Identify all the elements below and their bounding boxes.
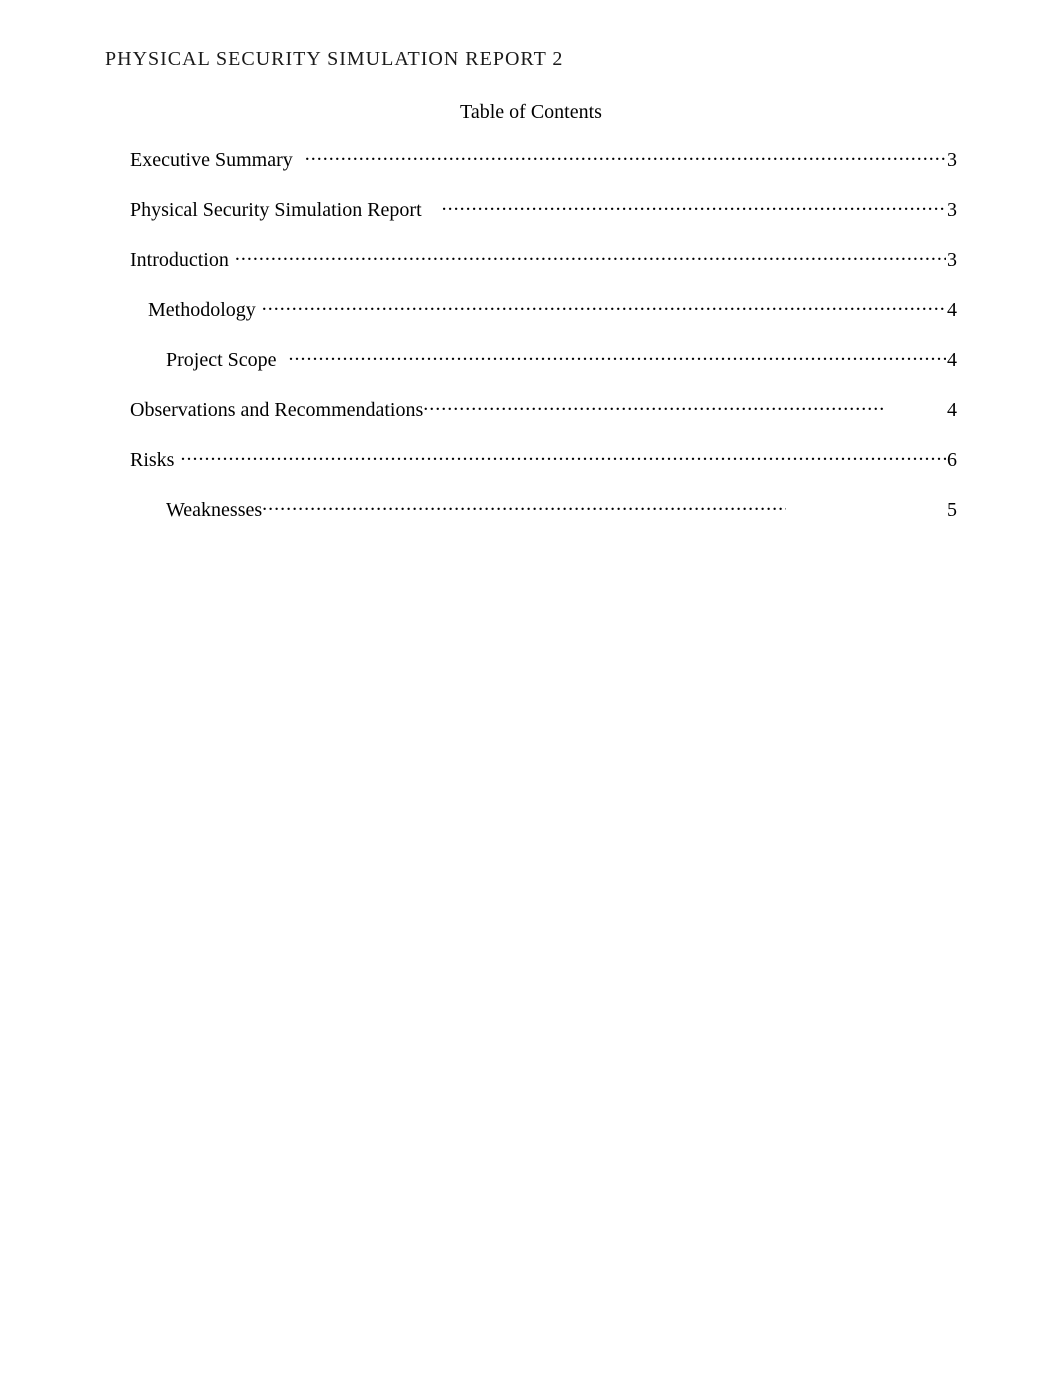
toc-entry: Weaknesses 5 <box>130 496 957 522</box>
toc-entry-page: 3 <box>946 149 957 172</box>
toc-entry-page: 3 <box>946 249 957 272</box>
document-page: PHYSICAL SECURITY SIMULATION REPORT 2 Ta… <box>0 0 1062 522</box>
toc-entry: Executive Summary 3 <box>130 146 957 172</box>
toc-leader-dots <box>235 246 946 266</box>
toc-entry-label: Executive Summary <box>130 149 293 172</box>
toc-entry: Observations and Recommendations 4 <box>130 396 957 422</box>
toc-leader-dots <box>305 146 946 166</box>
toc-entry-page: 4 <box>946 349 957 372</box>
toc-entry-page: 3 <box>946 199 957 222</box>
toc-entry-page: 6 <box>946 449 957 472</box>
toc-entry-page: 4 <box>946 399 957 422</box>
toc-entry: Methodology 4 <box>130 296 957 322</box>
toc-entry-label: Introduction <box>130 249 229 272</box>
toc-leader-dots <box>262 496 786 516</box>
toc-entry-page: 4 <box>946 299 957 322</box>
toc-entry-label: Weaknesses <box>166 499 262 522</box>
toc-leader-dots <box>423 396 886 416</box>
toc-entry-label: Observations and Recommendations <box>130 399 423 422</box>
toc-entry-label: Physical Security Simulation Report <box>130 199 422 222</box>
toc-entry: Project Scope 4 <box>130 346 957 372</box>
toc-entry: Risks 6 <box>130 446 957 472</box>
toc-entry: Physical Security Simulation Report 3 <box>130 196 957 222</box>
toc-list: Executive Summary 3 Physical Security Si… <box>105 146 957 522</box>
toc-leader-dots <box>180 446 946 466</box>
toc-leader-dots <box>442 196 946 216</box>
toc-leader-dots <box>289 346 946 366</box>
running-head: PHYSICAL SECURITY SIMULATION REPORT 2 <box>105 48 957 71</box>
toc-entry-label: Risks <box>130 449 174 472</box>
toc-leader-dots <box>262 296 946 316</box>
toc-entry-page: 5 <box>946 499 957 522</box>
toc-title: Table of Contents <box>105 101 957 124</box>
toc-entry-label: Methodology <box>148 299 256 322</box>
toc-entry: Introduction 3 <box>130 246 957 272</box>
toc-entry-label: Project Scope <box>166 349 277 372</box>
